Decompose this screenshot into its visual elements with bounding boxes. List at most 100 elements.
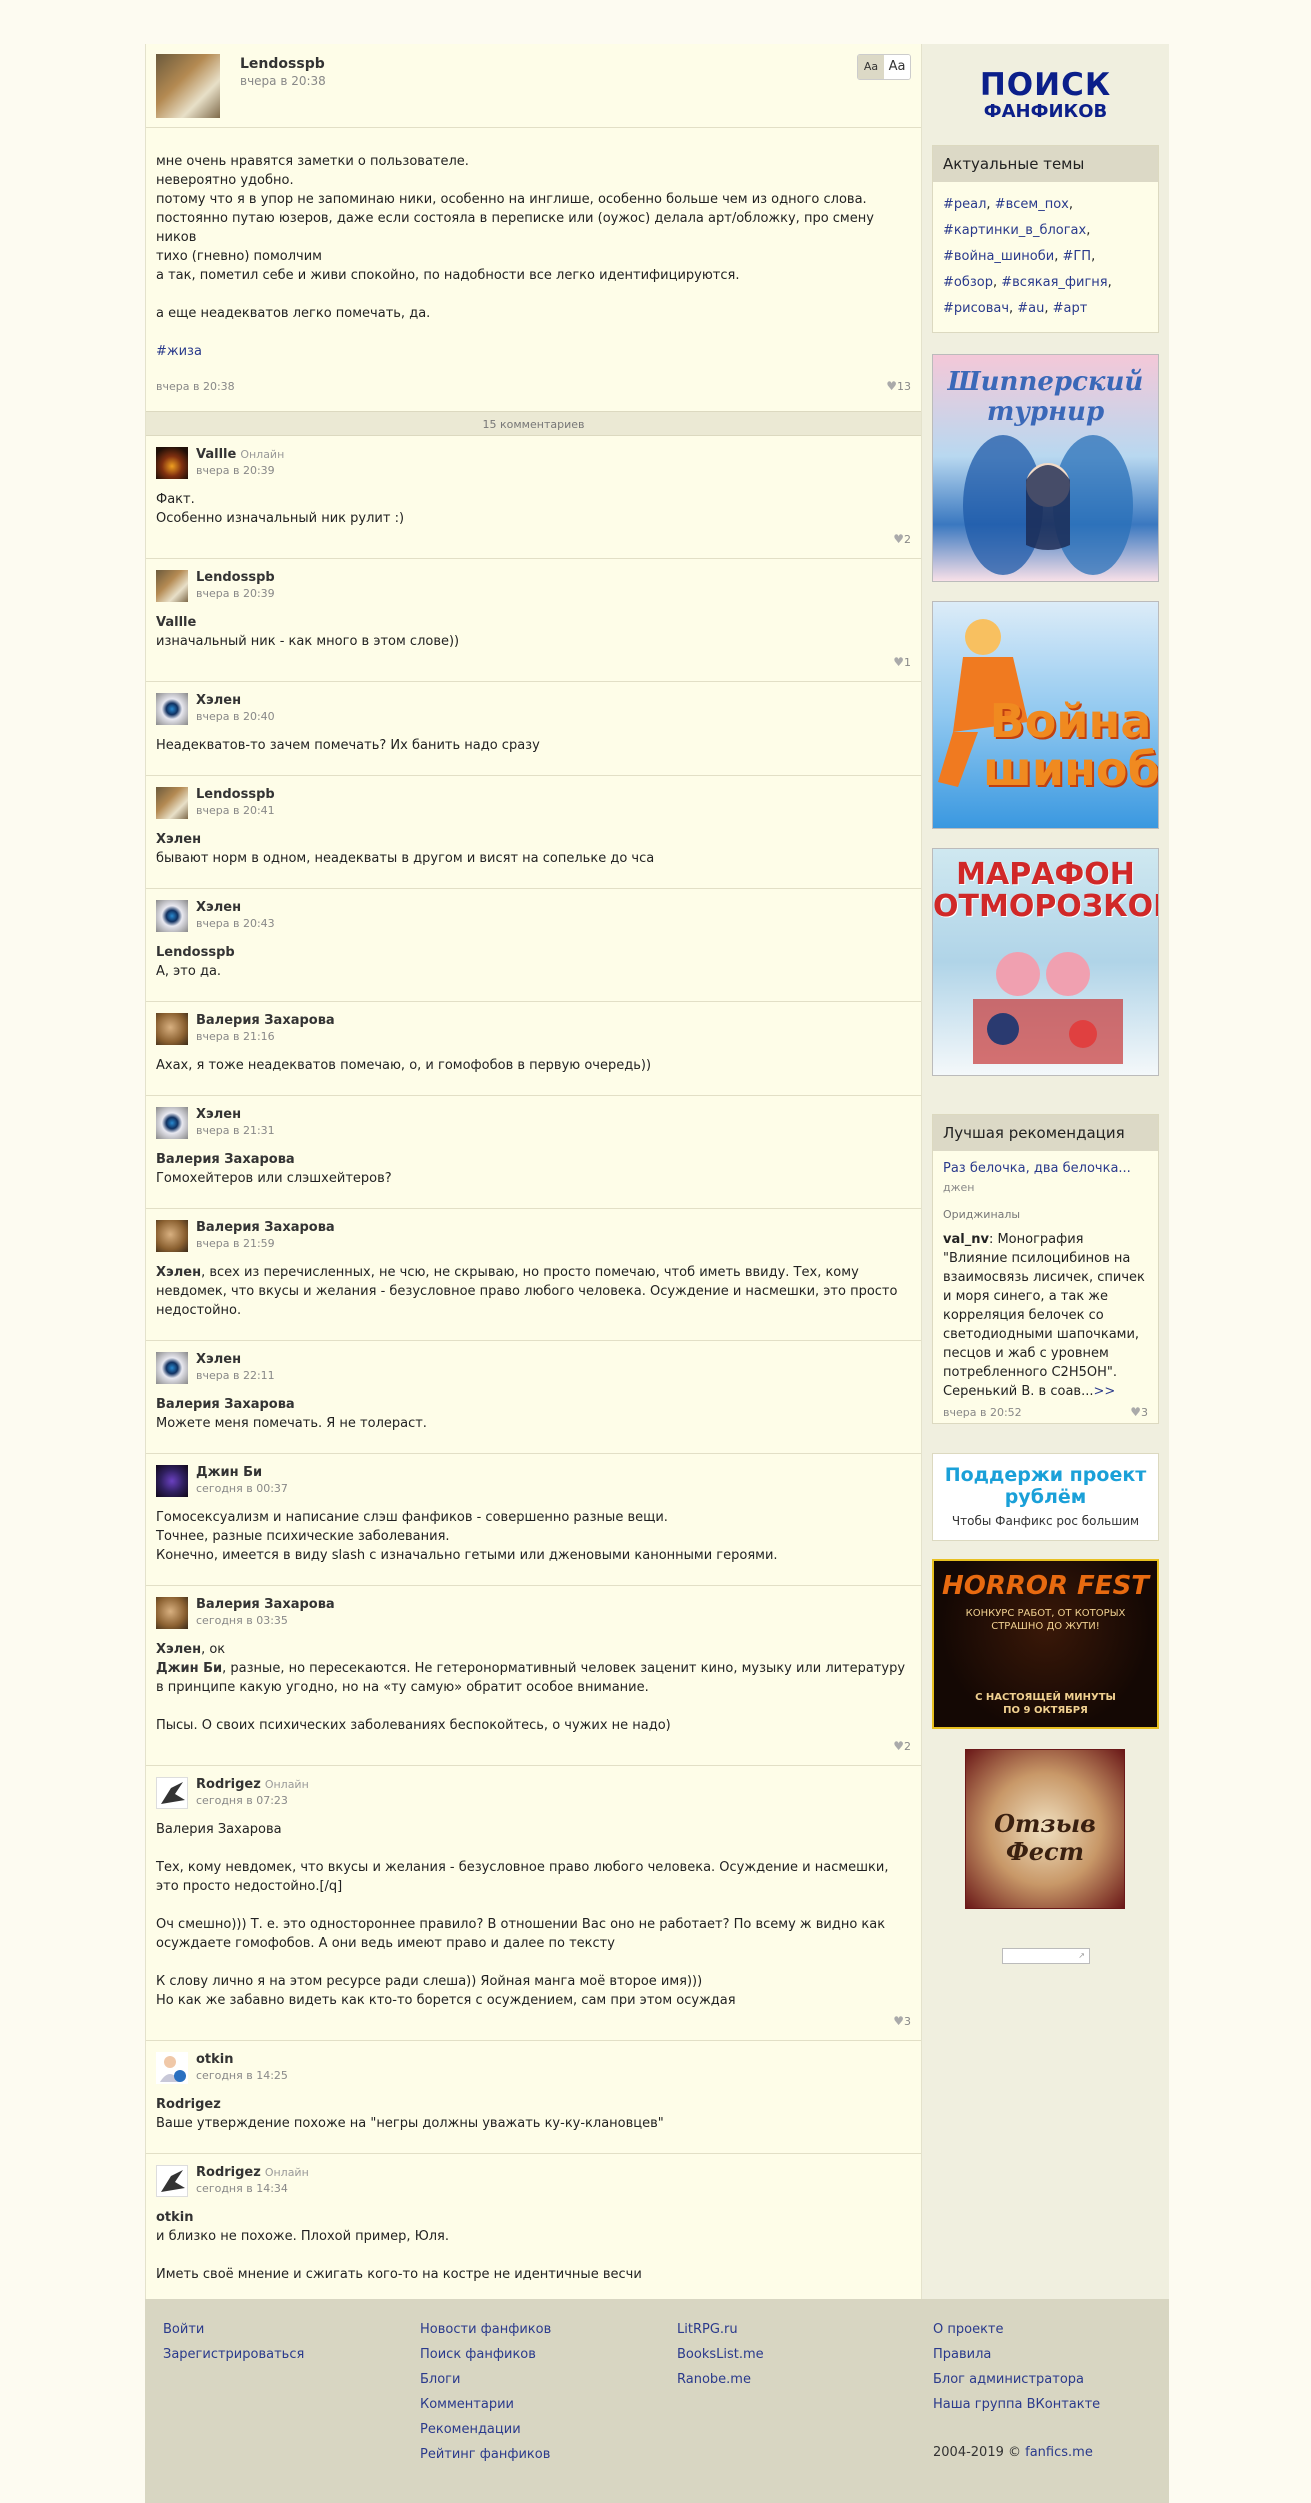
- support-project-block[interactable]: Поддержи проект рублём Чтобы Фанфикс рос…: [932, 1453, 1159, 1541]
- commenter-name-link[interactable]: Хэлен: [196, 1352, 241, 1367]
- comment-line: Гомосексуализм и написание слэш фанфиков…: [156, 1510, 668, 1525]
- footer-link[interactable]: Правила: [933, 2342, 1100, 2367]
- topic-link[interactable]: #реал: [943, 197, 986, 212]
- reply-to-name[interactable]: Rodrigez: [156, 2095, 911, 2114]
- author-avatar[interactable]: [156, 54, 220, 118]
- footer-link[interactable]: Войти: [163, 2317, 304, 2342]
- commenter-name-link[interactable]: Валерия Захарова: [196, 1013, 335, 1028]
- footer-link[interactable]: Рекомендации: [420, 2417, 551, 2442]
- recommendation-like-button[interactable]: ♥3: [1130, 1403, 1148, 1422]
- mention[interactable]: Хэлен: [156, 1265, 201, 1280]
- topic-link[interactable]: #всем_пох: [995, 197, 1069, 212]
- commenter-name-link[interactable]: Lendosspb: [196, 787, 275, 802]
- commenter-avatar[interactable]: [156, 570, 188, 602]
- comment-like-button[interactable]: ♥1: [893, 655, 911, 669]
- footer-link[interactable]: Наша группа ВКонтакте: [933, 2392, 1100, 2417]
- comment-date: сегодня в 07:23: [196, 1794, 288, 1807]
- commenter-name-link[interactable]: Хэлен: [196, 693, 241, 708]
- footer-link[interactable]: Новости фанфиков: [420, 2317, 551, 2342]
- online-status: Онлайн: [240, 448, 285, 461]
- comment-date: вчера в 21:16: [196, 1030, 275, 1043]
- footer-link[interactable]: Блог администратора: [933, 2367, 1100, 2392]
- mention[interactable]: Хэлен: [156, 1642, 201, 1657]
- footer-link[interactable]: Блоги: [420, 2367, 551, 2392]
- copyright-link[interactable]: fanfics.me: [1025, 2445, 1093, 2460]
- reply-to-name[interactable]: otkin: [156, 2208, 911, 2227]
- commenter-avatar[interactable]: [156, 1465, 188, 1497]
- commenter-name-link[interactable]: Хэлен: [196, 1107, 241, 1122]
- banner-shinobi-war[interactable]: Война шиноби: [932, 601, 1159, 829]
- topic-link[interactable]: #картинки_в_блогах: [943, 223, 1086, 238]
- post-line: невероятно удобно.: [156, 173, 294, 188]
- reply-to-name[interactable]: Vallle: [156, 613, 911, 632]
- commenter-avatar[interactable]: [156, 900, 188, 932]
- comment-like-button[interactable]: ♥3: [893, 2014, 911, 2028]
- comment-line: Ахах, я тоже неадекватов помечаю, о, и г…: [156, 1058, 652, 1073]
- font-large-button[interactable]: Aa: [884, 55, 910, 79]
- recommendation-link[interactable]: Раз белочка, два белочка...: [943, 1161, 1131, 1176]
- footer-link[interactable]: Поиск фанфиков: [420, 2342, 551, 2367]
- site-counter[interactable]: ↗: [1002, 1948, 1090, 1964]
- commenter-avatar[interactable]: [156, 1777, 188, 1809]
- reply-to-name[interactable]: Хэлен: [156, 830, 911, 849]
- commenter-avatar[interactable]: [156, 1220, 188, 1252]
- commenter-name-link[interactable]: Lendosspb: [196, 570, 275, 585]
- commenter-name-link[interactable]: Rodrigez: [196, 2165, 261, 2180]
- mention[interactable]: Джин Би: [156, 1661, 222, 1676]
- reply-to-name[interactable]: Валерия Захарова: [156, 1150, 911, 1169]
- footer-link[interactable]: LitRPG.ru: [677, 2317, 764, 2342]
- reply-to-name[interactable]: Lendosspb: [156, 943, 911, 962]
- recommendation-more-link[interactable]: >>: [1093, 1384, 1115, 1399]
- commenter-name-link[interactable]: Rodrigez: [196, 1777, 261, 1792]
- topic-link[interactable]: #au: [1017, 301, 1044, 316]
- horror-title: HORROR FEST: [941, 1571, 1150, 1601]
- commenter-name-link[interactable]: Хэлен: [196, 900, 241, 915]
- search-fanfics-logo[interactable]: ПОИСК ФАНФИКОВ: [922, 44, 1169, 122]
- commenter-avatar[interactable]: [156, 1352, 188, 1384]
- reply-to-name[interactable]: Валерия Захарова: [156, 1395, 911, 1414]
- footer-link[interactable]: Комментарии: [420, 2392, 551, 2417]
- banner-review-fest[interactable]: Отзыв Фест: [965, 1749, 1125, 1909]
- topic-link[interactable]: #всякая_фигня: [1001, 275, 1107, 290]
- comment-likes: ♥1: [156, 655, 911, 669]
- post-like-button[interactable]: ♥13: [886, 379, 911, 393]
- comment-like-button[interactable]: ♥2: [893, 1739, 911, 1753]
- commenter-avatar[interactable]: [156, 447, 188, 479]
- commenter-avatar[interactable]: [156, 1013, 188, 1045]
- banner-horror-fest[interactable]: HORROR FEST КОНКУРС РАБОТ, ОТ КОТОРЫХ СТ…: [932, 1559, 1159, 1729]
- commenter-avatar[interactable]: [156, 2052, 188, 2084]
- footer-link[interactable]: Рейтинг фанфиков: [420, 2442, 551, 2467]
- commenter-avatar[interactable]: [156, 1107, 188, 1139]
- font-small-button[interactable]: Aa: [858, 55, 884, 79]
- post-tag[interactable]: #жиза: [156, 342, 911, 361]
- commenter-avatar[interactable]: [156, 1597, 188, 1629]
- post-author[interactable]: Lendosspb: [240, 56, 325, 72]
- footer-link[interactable]: О проекте: [933, 2317, 1100, 2342]
- comment-line: А, это да.: [156, 964, 222, 979]
- comment-like-button[interactable]: ♥2: [893, 532, 911, 546]
- comments-list: Vallle Онлайн вчера в 20:39 Факт. Особенно и…: [146, 436, 921, 2399]
- footer-link[interactable]: Зарегистрироваться: [163, 2342, 304, 2367]
- topic-link[interactable]: #арт: [1053, 301, 1088, 316]
- commenter-avatar[interactable]: [156, 693, 188, 725]
- topic-link[interactable]: #война_шиноби: [943, 249, 1054, 264]
- footer-link[interactable]: Ranobe.me: [677, 2367, 764, 2392]
- topic-link[interactable]: #обзор: [943, 275, 993, 290]
- recommendation-user[interactable]: val_nv: [943, 1232, 989, 1247]
- reply-to-label: Валерия Захарова: [156, 1152, 295, 1167]
- commenter-name: Lendosspb: [196, 786, 911, 803]
- commenter-avatar[interactable]: [156, 2165, 188, 2197]
- commenter-name-link[interactable]: Джин Би: [196, 1465, 262, 1480]
- commenter-name-link[interactable]: Валерия Захарова: [196, 1220, 335, 1235]
- recommendation-type: Ориджиналы: [943, 1208, 1021, 1221]
- heart-icon: ♥: [893, 655, 904, 669]
- commenter-avatar[interactable]: [156, 787, 188, 819]
- commenter-name-link[interactable]: Валерия Захарова: [196, 1597, 335, 1612]
- banner-shipper-tournament[interactable]: Шипперский турнир: [932, 354, 1159, 582]
- commenter-name-link[interactable]: Vallle: [196, 447, 236, 462]
- commenter-name-link[interactable]: otkin: [196, 2052, 234, 2067]
- footer-link[interactable]: BooksList.me: [677, 2342, 764, 2367]
- topic-link[interactable]: #ГП: [1062, 249, 1091, 264]
- banner-marathon[interactable]: МАРАФОН ОТМОРОЗКОВ: [932, 848, 1159, 1076]
- topic-link[interactable]: #рисовач: [943, 301, 1009, 316]
